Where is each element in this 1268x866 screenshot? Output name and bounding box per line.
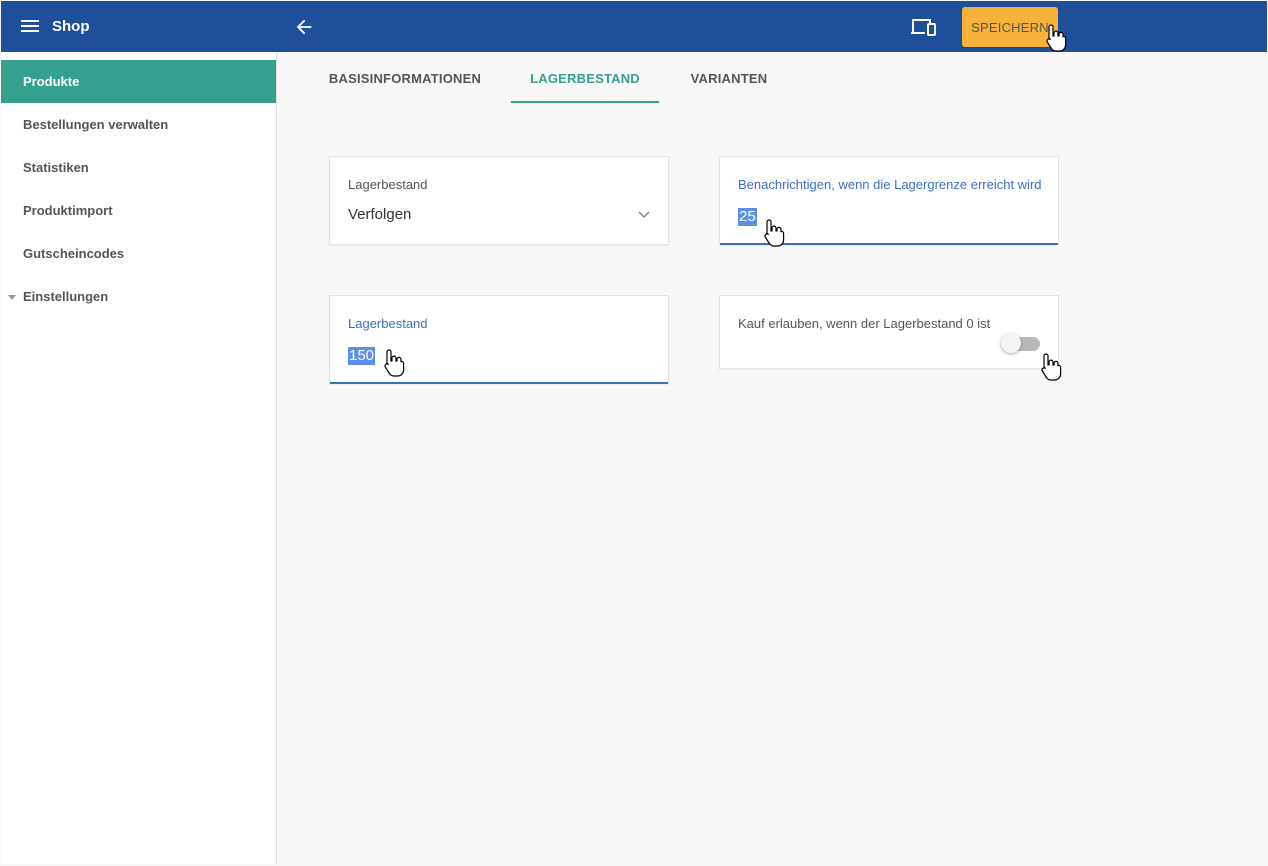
stock-tracking-value: Verfolgen [348,206,412,223]
chevron-down-icon [638,211,650,218]
sidebar-item-label: Einstellungen [23,289,109,304]
allow-purchase-label: Kauf erlauben, wenn der Lagerbestand 0 i… [738,316,991,331]
tab-lagerbestand[interactable]: LAGERBESTAND [511,52,659,104]
devices-icon[interactable] [911,17,937,37]
tab-basisinformationen[interactable]: BASISINFORMATIONEN [317,52,493,104]
sidebar-item-produktimport[interactable]: Produktimport [1,189,276,232]
hamburger-menu-icon[interactable] [21,19,39,33]
stock-quantity-field[interactable]: Lagerbestand 150 [329,295,669,384]
sidebar-item-gutscheincodes[interactable]: Gutscheincodes [1,232,276,275]
arrow-left-icon[interactable] [293,16,315,38]
tab-varianten[interactable]: VARIANTEN [677,52,781,104]
allow-purchase-toggle[interactable] [1001,333,1021,353]
notify-threshold-field[interactable]: Benachrichtigen, wenn die Lagergrenze er… [719,156,1059,245]
allow-purchase-card: Kauf erlauben, wenn der Lagerbestand 0 i… [719,295,1059,369]
notify-threshold-label: Benachrichtigen, wenn die Lagergrenze er… [738,177,1042,192]
save-button[interactable]: SPEICHERN [962,7,1058,47]
active-tab-indicator [511,101,659,103]
sidebar-item-produkte[interactable]: Produkte [1,60,276,103]
sidebar: Produkte Bestellungen verwalten Statisti… [1,52,277,864]
top-app-bar: Shop SPEICHERN [1,1,1267,52]
caret-down-icon [8,295,16,300]
sidebar-item-bestellungen[interactable]: Bestellungen verwalten [1,103,276,146]
sidebar-item-einstellungen[interactable]: Einstellungen [1,275,276,318]
notify-threshold-value[interactable]: 25 [738,208,757,226]
app-title: Shop [52,18,90,35]
focus-underline [330,382,668,384]
stock-tracking-select[interactable]: Lagerbestand Verfolgen [329,156,669,245]
tab-bar: BASISINFORMATIONEN LAGERBESTAND VARIANTE… [277,52,1267,104]
stock-quantity-label: Lagerbestand [348,316,428,331]
focus-underline [720,243,1058,245]
stock-tracking-label: Lagerbestand [348,177,428,192]
stock-quantity-value[interactable]: 150 [348,347,376,365]
sidebar-item-statistiken[interactable]: Statistiken [1,146,276,189]
